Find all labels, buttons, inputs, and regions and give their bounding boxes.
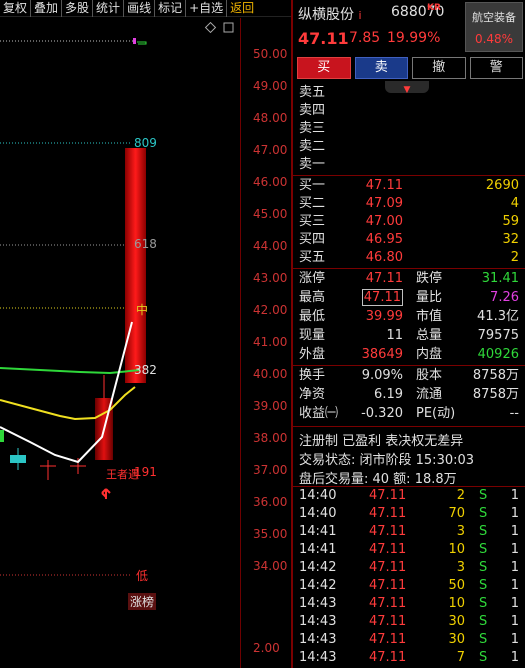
up-arrow-icon xyxy=(101,488,111,499)
fib-level-mid: 中 xyxy=(136,303,149,317)
fib-level-618: 618 xyxy=(134,237,157,251)
fib-level-382: 382 xyxy=(134,363,157,377)
toolbar-draw-line[interactable]: 画线 xyxy=(124,0,156,17)
chart-settings-icon[interactable] xyxy=(204,21,217,34)
sector-box[interactable]: 航空装备 0.48% xyxy=(465,2,523,52)
market-badge: KR xyxy=(427,3,441,13)
axis-label: 37.00 xyxy=(253,463,288,477)
tick-row: 14:42 47.11 3 S 1 xyxy=(299,560,519,575)
stat-row: 净资 6.19 流通 8758万 xyxy=(299,387,519,402)
tick-row: 14:42 47.11 50 S 1 xyxy=(299,578,519,593)
buy-level-3: 买三 47.00 59 xyxy=(299,214,519,229)
axis-label: 50.00 xyxy=(253,47,288,61)
kline-chart[interactable]: 809 618 中 382 191 低 王者遇 涨榜 50.00 49.00 4… xyxy=(0,18,291,668)
axis-label: 35.00 xyxy=(253,527,288,541)
stock-tag: i xyxy=(358,9,362,22)
axis-label: 43.00 xyxy=(253,271,288,285)
fib-level-low: 低 xyxy=(136,569,149,583)
stat-row: 最高 47.11 量比 7.26 xyxy=(299,289,519,306)
sector-change-pct: 0.48% xyxy=(474,32,514,46)
sector-name: 航空装备 xyxy=(472,11,516,24)
price-change-pct: 19.99% xyxy=(387,30,441,46)
sell-level-1: 卖一 xyxy=(299,157,326,172)
toolbar-mark[interactable]: 标记 xyxy=(155,0,187,17)
cancel-order-button[interactable]: 撤 xyxy=(412,57,466,79)
stat-row: 外盘 38649 内盘 40926 xyxy=(299,347,519,362)
toolbar-statistics[interactable]: 统计 xyxy=(93,0,125,17)
axis-label: 42.00 xyxy=(253,303,288,317)
axis-label: 40.00 xyxy=(253,367,288,381)
sell-level-2: 卖二 xyxy=(299,139,326,154)
axis-label: 49.00 xyxy=(253,79,288,93)
chart-toolbar: 复权 叠加 多股 统计 画线 标记 +自选 返回 xyxy=(0,0,291,17)
tick-row: 14:41 47.11 10 S 1 xyxy=(299,542,519,557)
buy-level-1: 买一 47.11 2690 xyxy=(299,178,519,193)
chart-annotation: 王者遇 xyxy=(106,468,139,481)
limit-up-badge[interactable]: 涨榜 xyxy=(128,593,157,610)
tick-row: 14:43 47.11 30 S 1 xyxy=(299,614,519,629)
toolbar-multi-stock[interactable]: 多股 xyxy=(62,0,94,17)
after-hours-volume: 盘后交易量: 40 额: 18.8万 xyxy=(299,472,457,487)
trading-status: 交易状态: 闭市阶段 15:30:03 xyxy=(299,453,475,468)
buy-button[interactable]: 买 xyxy=(297,57,351,79)
price-change: 7.85 xyxy=(349,30,381,46)
stat-row: 最低 39.99 市值 41.3亿 xyxy=(299,309,519,324)
axis-label: 38.00 xyxy=(253,431,288,445)
axis-label: 44.00 xyxy=(253,239,288,253)
sell-level-4: 卖四 xyxy=(299,103,326,118)
axis-label: 34.00 xyxy=(253,559,288,573)
toolbar-restore-rights[interactable]: 复权 xyxy=(0,0,32,17)
axis-label: 39.00 xyxy=(253,399,288,413)
fib-level-809: 809 xyxy=(134,136,157,150)
tick-row: 14:41 47.11 3 S 1 xyxy=(299,524,519,539)
axis-label: 48.00 xyxy=(253,111,288,125)
chart-window-icon[interactable] xyxy=(223,22,234,33)
stat-row: 涨停 47.11 跌停 31.41 xyxy=(299,271,519,286)
tick-row: 14:40 47.11 2 S 1 xyxy=(299,488,519,503)
divider xyxy=(293,426,525,427)
volume-axis-label: 2.00 xyxy=(253,641,280,655)
stat-row: 收益㈠ -0.320 PE(动) -- xyxy=(299,406,519,421)
stat-row: 换手 9.09% 股本 8758万 xyxy=(299,368,519,383)
divider xyxy=(293,175,525,176)
toolbar-overlay[interactable]: 叠加 xyxy=(31,0,63,17)
axis-label: 47.00 xyxy=(253,143,288,157)
last-price: 47.11 xyxy=(298,29,349,48)
axis-label: 41.00 xyxy=(253,335,288,349)
toolbar-back[interactable]: 返回 xyxy=(227,0,257,17)
trade-actions: 买 卖 撤 警 xyxy=(297,57,523,79)
alert-button[interactable]: 警 xyxy=(469,57,523,79)
buy-level-4: 买四 46.95 32 xyxy=(299,232,519,247)
axis-label: 46.00 xyxy=(253,175,288,189)
stock-tags: 注册制 已盈利 表决权无差异 xyxy=(299,434,464,449)
price-axis-divider xyxy=(240,18,241,668)
buy-level-5: 买五 46.80 2 xyxy=(299,250,519,265)
limit-up-candle xyxy=(125,148,146,383)
tick-row: 14:40 47.11 70 S 1 xyxy=(299,506,519,521)
stat-row: 现量 11 总量 79575 xyxy=(299,328,519,343)
sell-button[interactable]: 卖 xyxy=(354,57,408,79)
toolbar-add-watchlist[interactable]: +自选 xyxy=(186,0,228,17)
sell-level-3: 卖三 xyxy=(299,121,326,136)
stock-name: 纵横股份 i xyxy=(298,7,362,23)
axis-label: 36.00 xyxy=(253,495,288,509)
tick-row: 14:43 47.11 30 S 1 xyxy=(299,632,519,647)
quote-panel: 纵横股份 i 688070 KR 47.11 7.85 19.99% 航空装备 … xyxy=(293,0,525,668)
buy-level-2: 买二 47.09 4 xyxy=(299,196,519,211)
sell-level-5: 卖五 xyxy=(299,85,326,100)
axis-label: 45.00 xyxy=(253,207,288,221)
tick-row: 14:43 47.11 7 S 1 xyxy=(299,650,519,665)
tick-row: 14:43 47.11 10 S 1 xyxy=(299,596,519,611)
